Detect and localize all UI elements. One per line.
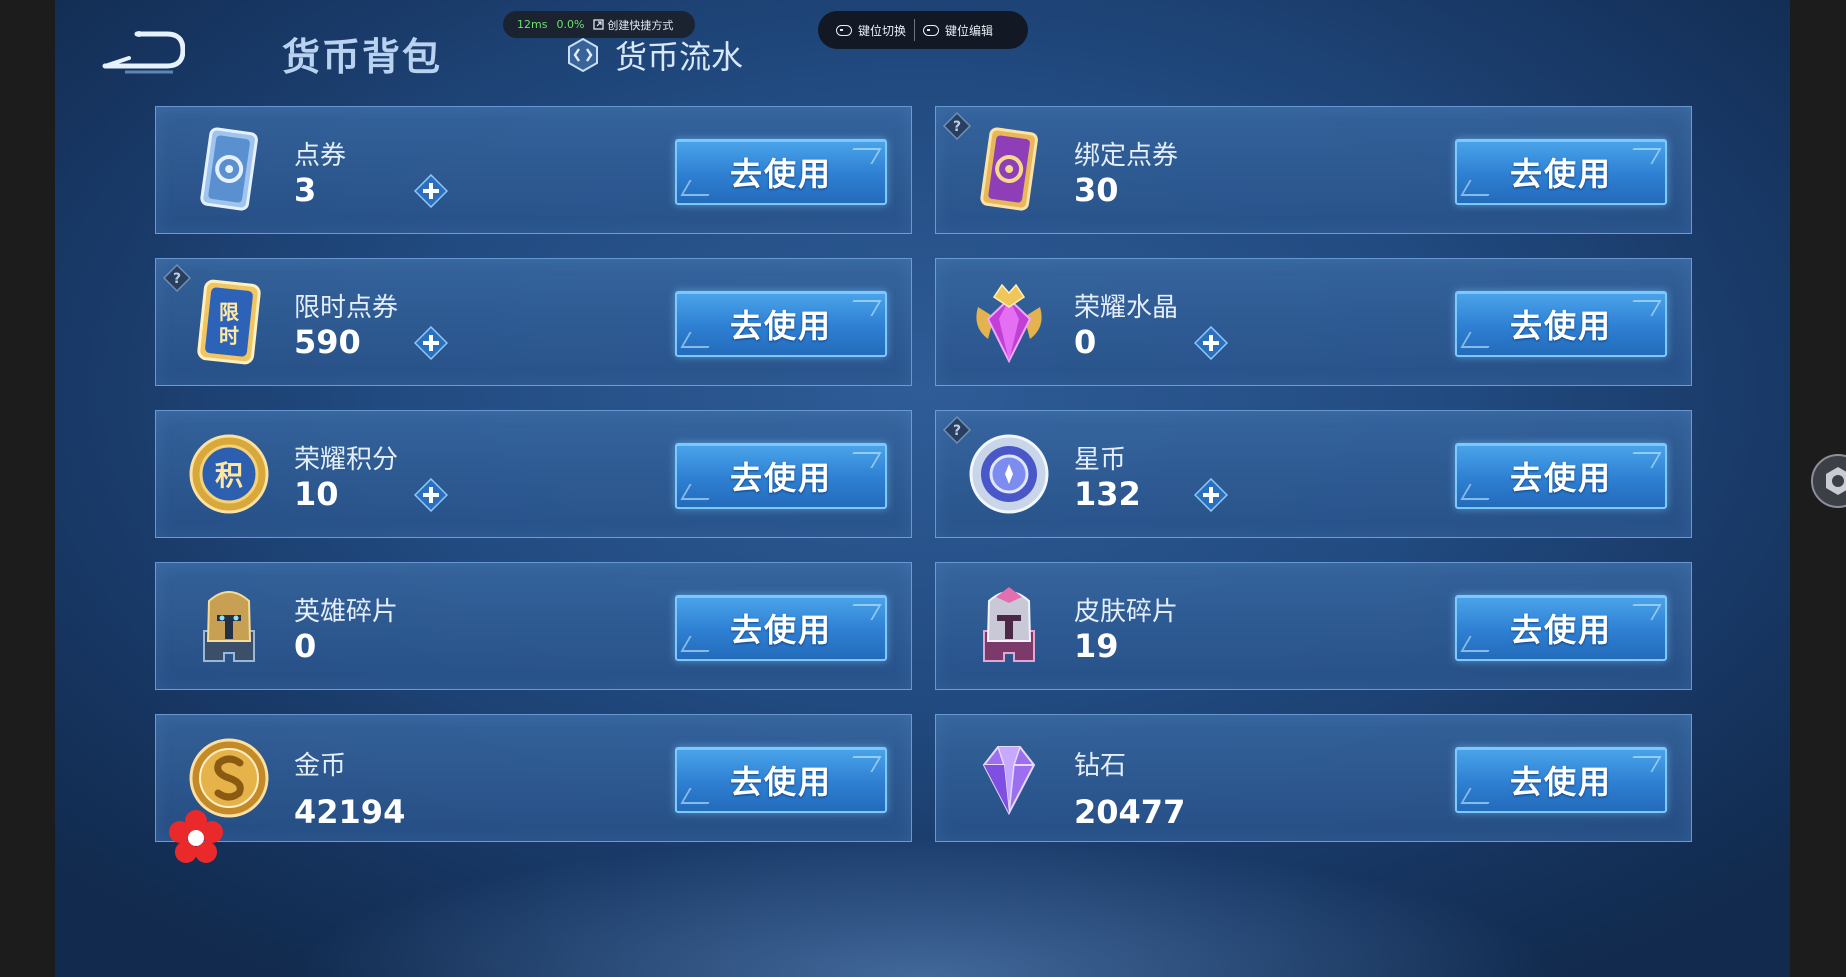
- currency-card: 绑定点券 30? 去使用: [935, 106, 1692, 234]
- glory-points-coin-icon: 积: [184, 429, 274, 519]
- currency-count: 3: [294, 171, 317, 209]
- plus-icon: [413, 173, 449, 212]
- tab-currency-flow-label: 货币流水: [615, 38, 744, 76]
- use-button[interactable]: 去使用: [1455, 443, 1667, 509]
- currency-card: 点券 3 去使用: [155, 106, 912, 234]
- plus-icon: [413, 325, 449, 364]
- svg-text:?: ?: [953, 119, 961, 135]
- currency-count: 42194: [294, 793, 406, 831]
- currency-name: 点券: [294, 141, 347, 171]
- currency-count: 19: [1074, 627, 1119, 665]
- currency-card: 限时限时点券 590? 去使用: [155, 258, 912, 386]
- help-button[interactable]: ?: [942, 415, 972, 445]
- use-button[interactable]: 去使用: [675, 139, 887, 205]
- help-button[interactable]: ?: [942, 111, 972, 141]
- use-button[interactable]: 去使用: [675, 747, 887, 813]
- currency-name: 绑定点券: [1074, 141, 1179, 171]
- gamepad-icon: [836, 24, 852, 36]
- svg-text:时: 时: [219, 324, 239, 348]
- add-currency-button[interactable]: [413, 477, 449, 513]
- flower-icon[interactable]: [166, 808, 226, 868]
- floating-assist-button[interactable]: [1810, 453, 1846, 509]
- limited-ticket-icon: 限时: [184, 277, 274, 367]
- back-button[interactable]: [95, 28, 185, 74]
- currency-card: 英雄碎片 0 去使用: [155, 562, 912, 690]
- currency-count: 132: [1074, 475, 1141, 513]
- perf-overlay: 12ms 0.0% 创建快捷方式: [503, 11, 695, 38]
- question-icon: ?: [942, 111, 972, 145]
- question-icon: ?: [942, 415, 972, 449]
- hero-fragment-icon: [184, 581, 274, 671]
- plus-icon: [413, 477, 449, 516]
- currency-name: 荣耀积分: [294, 445, 399, 475]
- shortcut-icon: [593, 19, 605, 30]
- currency-card: 荣耀水晶 0 去使用: [935, 258, 1692, 386]
- svg-text:?: ?: [953, 423, 961, 439]
- use-button[interactable]: 去使用: [1455, 595, 1667, 661]
- create-shortcut-label: 创建快捷方式: [607, 18, 674, 32]
- key-switch-button[interactable]: 键位切换: [828, 22, 914, 39]
- create-shortcut-button[interactable]: 创建快捷方式: [593, 17, 673, 33]
- currency-count: 10: [294, 475, 339, 513]
- tab-currency-flow[interactable]: 货币流水: [565, 32, 743, 78]
- currency-name: 英雄碎片: [294, 597, 399, 627]
- gamepad-icon: [923, 24, 940, 36]
- key-switch-label: 键位切换: [858, 23, 907, 38]
- svg-text:?: ?: [173, 271, 181, 287]
- page-title: 货币背包: [282, 35, 443, 79]
- currency-card: 皮肤碎片 19 去使用: [935, 562, 1692, 690]
- game-screen: 货币背包 货币流水 点券 3 去使用 绑定点券 30? 去使用限时限时点券 590? 去使用荣…: [55, 0, 1790, 977]
- currency-count: 0: [294, 627, 317, 665]
- currency-name: 限时点券: [294, 293, 399, 323]
- use-button[interactable]: 去使用: [1455, 291, 1667, 357]
- use-button[interactable]: 去使用: [675, 443, 887, 509]
- use-button[interactable]: 去使用: [675, 595, 887, 661]
- cpu-value: 0.0%: [556, 18, 585, 31]
- skin-fragment-icon: [964, 581, 1054, 671]
- add-currency-button[interactable]: [413, 325, 449, 361]
- plus-icon: [1193, 477, 1229, 516]
- bound-ticket-card-icon: [964, 125, 1054, 215]
- currency-name: 钻石: [1074, 751, 1127, 781]
- use-button[interactable]: 去使用: [1455, 139, 1667, 205]
- add-currency-button[interactable]: [413, 173, 449, 209]
- keymap-toolbar: 键位切换 键位编辑: [818, 11, 1028, 49]
- currency-card: 积 荣耀积分 10 去使用: [155, 410, 912, 538]
- currency-count: 0: [1074, 323, 1097, 361]
- currency-flow-icon: [568, 37, 598, 73]
- ticket-card-icon: [184, 125, 274, 215]
- currency-count: 20477: [1074, 793, 1186, 831]
- currency-card: 钻石 20477 去使用: [935, 714, 1692, 842]
- currency-name: 荣耀水晶: [1074, 293, 1179, 323]
- key-edit-button[interactable]: 键位编辑: [915, 22, 1001, 39]
- latency-value: 12ms: [517, 18, 548, 31]
- currency-count: 30: [1074, 171, 1119, 209]
- key-edit-label: 键位编辑: [945, 23, 994, 38]
- currency-name: 金币: [294, 751, 347, 781]
- svg-text:积: 积: [215, 459, 243, 492]
- question-icon: ?: [162, 263, 192, 297]
- add-currency-button[interactable]: [1193, 477, 1229, 513]
- use-button[interactable]: 去使用: [675, 291, 887, 357]
- svg-text:限: 限: [219, 300, 239, 324]
- currency-card: 星币 132? 去使用: [935, 410, 1692, 538]
- currency-count: 590: [294, 323, 361, 361]
- add-currency-button[interactable]: [1193, 325, 1229, 361]
- help-button[interactable]: ?: [162, 263, 192, 293]
- use-button[interactable]: 去使用: [1455, 747, 1667, 813]
- currency-card: 金币 42194 去使用: [155, 714, 912, 842]
- plus-icon: [1193, 325, 1229, 364]
- glory-crystal-icon: [964, 277, 1054, 367]
- diamond-icon: [964, 733, 1054, 823]
- star-coin-icon: [964, 429, 1054, 519]
- currency-name: 星币: [1074, 445, 1127, 475]
- currency-name: 皮肤碎片: [1074, 597, 1179, 627]
